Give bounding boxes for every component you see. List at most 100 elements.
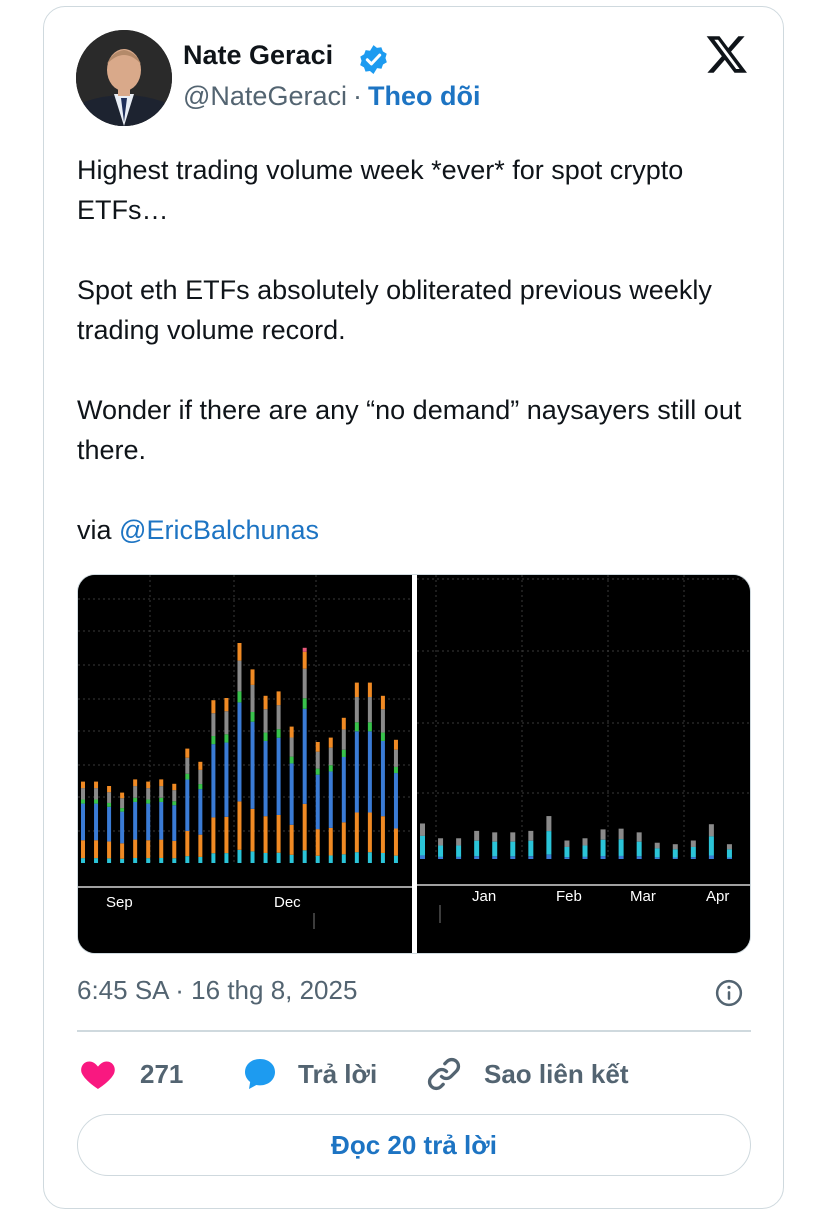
right-bar-segment: [456, 856, 462, 859]
right-bar-segment: [582, 856, 588, 859]
left-bar-segment: [380, 695, 385, 710]
media-charts: Sep Dec Jan Feb Mar Apr: [78, 575, 750, 953]
left-bar-segment: [380, 816, 385, 853]
left-bar-segment: [172, 858, 177, 863]
left-bar-segment: [276, 814, 281, 853]
left-bar-segment: [250, 684, 255, 712]
left-bar-segment: [224, 816, 229, 854]
left-bar-segment: [81, 781, 85, 789]
left-bar-segment: [198, 784, 203, 790]
left-bar-segment: [263, 709, 268, 733]
left-bar-segment: [315, 768, 320, 775]
left-bar-segment: [276, 852, 281, 863]
left-bar-segment: [237, 660, 242, 692]
left-bar-segment: [211, 744, 216, 818]
left-bar-segment: [133, 857, 138, 863]
like-button[interactable]: 271: [78, 1052, 183, 1096]
left-bar-segment: [354, 852, 359, 863]
left-bar-segment: [146, 781, 151, 789]
author-name[interactable]: Nate Geraci: [183, 40, 333, 71]
left-bar-segment: [302, 850, 307, 863]
left-bar-segment: [107, 792, 112, 803]
left-bar-segment: [341, 757, 346, 823]
left-bar-segment: [289, 763, 294, 825]
right-bar-segment: [492, 841, 498, 857]
left-bar-segment: [315, 829, 320, 856]
left-bar: [276, 691, 281, 863]
left-bar-segment: [250, 711, 255, 722]
mention-link[interactable]: @EricBalchunas: [119, 515, 319, 545]
left-bar-segment: [302, 708, 307, 804]
left-bar-segment: [302, 698, 307, 709]
left-bar-segment: [198, 834, 203, 857]
left-bar-segment: [315, 742, 320, 752]
left-bar-segment: [302, 651, 307, 669]
copy-link-button[interactable]: Sao liên kết: [424, 1052, 629, 1096]
right-x-tick-label: Mar: [630, 888, 656, 905]
tweet-media[interactable]: Sep Dec Jan Feb Mar Apr: [77, 574, 751, 954]
reply-button[interactable]: Trả lời: [240, 1052, 377, 1096]
right-bar-segment: [600, 829, 606, 840]
right-bar-segment: [690, 840, 696, 847]
left-bar-segment: [159, 779, 164, 787]
left-bar: [224, 698, 229, 863]
left-bar-segment: [159, 801, 164, 840]
right-bar-segment: [474, 830, 480, 841]
left-bar-segment: [289, 854, 294, 863]
left-bar: [302, 647, 307, 863]
right-bar-segment: [672, 857, 678, 859]
left-bar-segment: [159, 797, 164, 802]
left-bar-segment: [393, 855, 398, 863]
right-bar-segment: [636, 856, 642, 859]
follow-button[interactable]: Theo dõi: [368, 81, 480, 111]
right-x-tick-label: Feb: [556, 888, 582, 905]
right-x-tick-label: Jan: [472, 888, 496, 905]
left-bar: [107, 786, 112, 863]
left-bar-segment: [354, 731, 359, 813]
author-handle[interactable]: @NateGeraci: [183, 81, 347, 111]
right-bar-segment: [474, 856, 480, 859]
left-bar-segment: [276, 737, 281, 815]
info-icon[interactable]: [714, 978, 744, 1008]
left-bar-segment: [354, 722, 359, 732]
tweet-text: Highest trading volume week *ever* for s…: [77, 150, 757, 550]
left-bar-segment: [237, 643, 242, 661]
left-bar-segment: [224, 698, 229, 712]
left-bar-segment: [367, 722, 372, 732]
right-bar: [726, 844, 732, 859]
right-bar: [654, 842, 660, 859]
right-bar-segment: [528, 856, 534, 859]
tweet-timestamp[interactable]: 6:45 SA · 16 thg 8, 2025: [77, 975, 357, 1006]
left-bar-segment: [354, 682, 359, 698]
left-bar-segment: [81, 803, 85, 841]
right-bar-segment: [420, 823, 425, 836]
left-bar-segment: [393, 749, 398, 767]
right-bar-segment: [600, 839, 606, 857]
left-bar-segment: [341, 749, 346, 758]
x-logo-icon[interactable]: [704, 32, 750, 76]
left-bar-segment: [94, 840, 99, 859]
left-bar: [328, 737, 333, 863]
avatar[interactable]: [76, 30, 172, 126]
left-bar-segment: [289, 726, 294, 738]
left-bar-segment: [146, 788, 151, 800]
left-bar: [146, 781, 151, 863]
right-bar-segment: [510, 841, 516, 857]
right-bar-segment: [690, 857, 696, 859]
right-bar-segment: [546, 816, 552, 832]
right-bar-segment: [654, 857, 660, 859]
left-bar-segment: [120, 808, 125, 812]
right-bar-segment: [528, 840, 534, 857]
left-bar-segment: [224, 734, 229, 743]
right-bar-segment: [420, 855, 425, 859]
right-bar-segment: [726, 849, 732, 858]
read-replies-button[interactable]: Đọc 20 trả lời: [77, 1114, 751, 1176]
right-bar-segment: [456, 845, 462, 857]
left-bar-segment: [328, 827, 333, 856]
left-bar-segment: [289, 737, 294, 757]
right-bar: [456, 838, 462, 859]
left-bar-segment: [380, 740, 385, 817]
right-bar: [672, 844, 678, 859]
left-bar-segment: [237, 801, 242, 850]
left-bar-segment: [367, 731, 372, 813]
